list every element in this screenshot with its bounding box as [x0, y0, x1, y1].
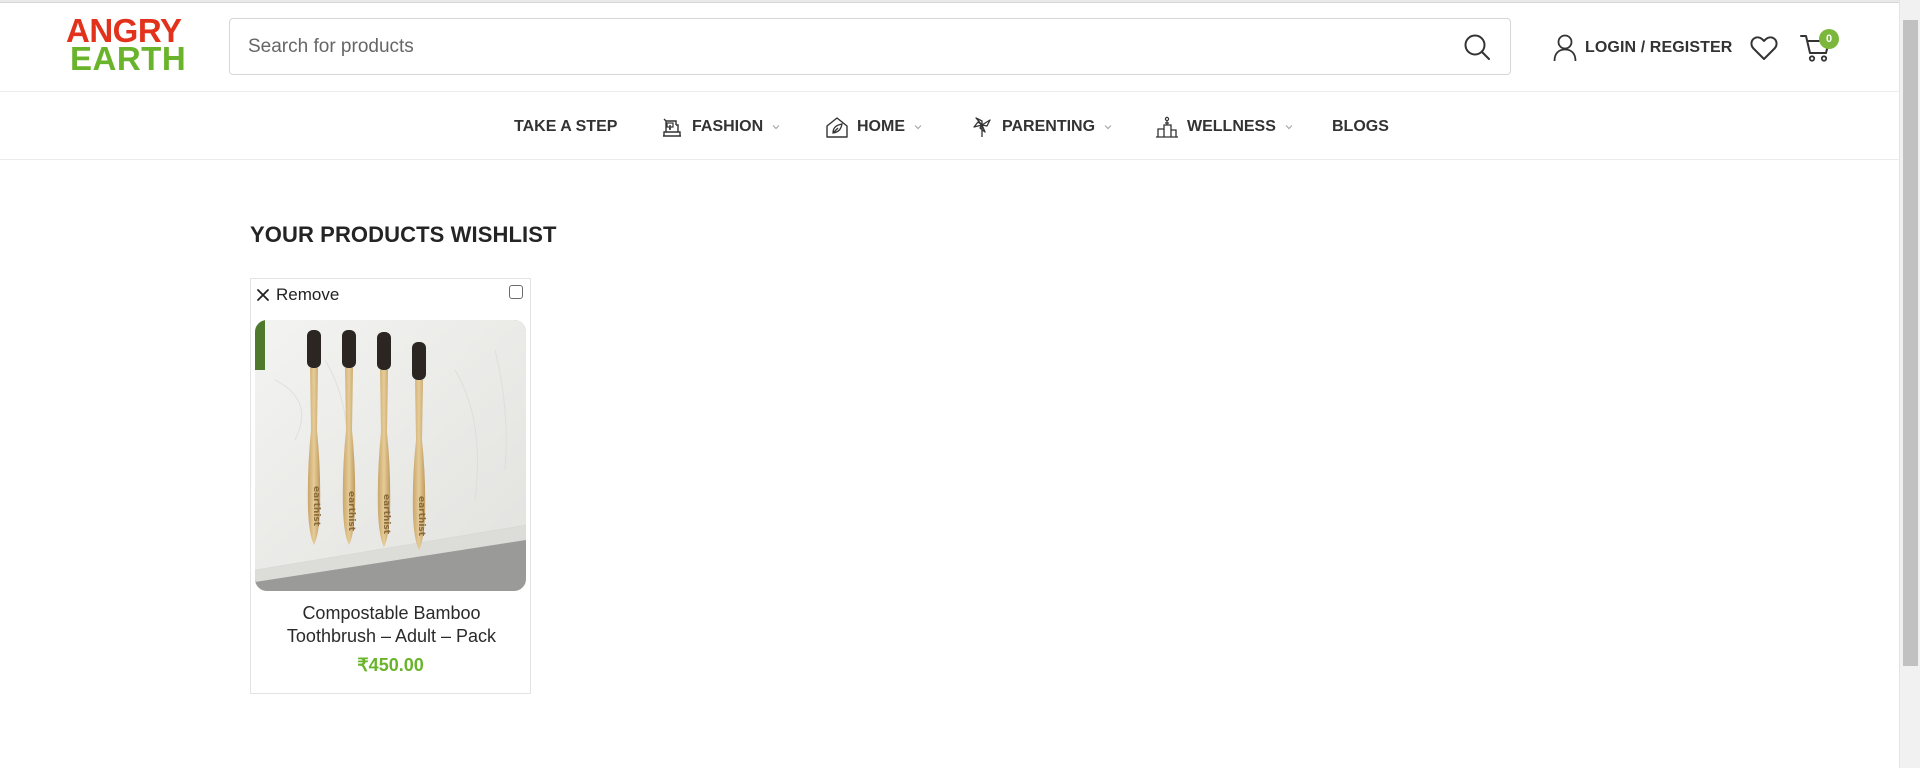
remove-label: Remove	[276, 285, 340, 304]
wellness-icon	[1156, 116, 1178, 138]
nav-item-label: PARENTING	[1002, 118, 1096, 135]
page-title: YOUR PRODUCTS WISHLIST	[250, 222, 557, 247]
home-leaf-icon	[826, 117, 848, 138]
login-register-link[interactable]: LOGIN / REGISTER	[1553, 33, 1732, 63]
nav-item-label: TAKE A STEP	[514, 118, 618, 135]
product-price: ₹450.00	[357, 655, 424, 675]
brand-marking: earthist	[311, 486, 321, 527]
brand-marking: earthist	[381, 494, 391, 535]
brand-marking: earthist	[416, 496, 426, 537]
chevron-down-icon	[1285, 125, 1293, 130]
site-header: ANGRY EARTH LOGIN / REGISTER 0	[0, 3, 1900, 92]
remove-button[interactable]: Remove	[255, 283, 339, 307]
nav-item-take-a-step[interactable]: TAKE A STEP	[514, 113, 617, 141]
wishlist-heart-icon[interactable]	[1750, 35, 1778, 61]
sewing-machine-icon	[663, 118, 681, 137]
search-icon[interactable]	[1462, 32, 1492, 62]
nav-item-blogs[interactable]: BLOGS	[1332, 113, 1389, 141]
nav-item-fashion[interactable]: FASHION	[660, 113, 781, 141]
product-image[interactable]: earthist earthist earthist earthist	[255, 320, 526, 591]
vertical-scrollbar[interactable]	[1899, 0, 1920, 768]
bamboo-toothbrushes-photo: earthist earthist earthist earthist	[255, 320, 526, 591]
select-checkbox[interactable]	[509, 285, 523, 299]
main-navigation: TAKE A STEP FASHION HOME PARENTING WELLN…	[0, 93, 1900, 160]
scrollbar-thumb[interactable]	[1903, 20, 1918, 666]
wishlist-product-card: Remove earthist earthist earthist earthi…	[250, 278, 531, 694]
nav-item-label: FASHION	[692, 118, 764, 135]
card-actions: Remove	[251, 279, 530, 315]
nav-item-parenting[interactable]: PARENTING	[970, 113, 1113, 141]
user-icon	[1553, 34, 1577, 62]
nav-item-wellness[interactable]: WELLNESS	[1155, 113, 1294, 141]
nav-item-label: WELLNESS	[1187, 118, 1276, 135]
pinwheel-icon	[973, 117, 991, 137]
nav-item-label: BLOGS	[1332, 118, 1389, 135]
site-logo[interactable]: ANGRY EARTH	[66, 14, 190, 77]
nav-item-label: HOME	[857, 118, 905, 135]
brand-marking: earthist	[346, 491, 356, 532]
chevron-down-icon	[1104, 125, 1112, 130]
logo-line-2: EARTH	[70, 40, 187, 77]
nav-item-home[interactable]: HOME	[825, 113, 923, 141]
search-box	[229, 18, 1511, 75]
login-register-label: LOGIN / REGISTER	[1585, 39, 1733, 56]
chevron-down-icon	[772, 125, 780, 130]
close-icon	[257, 289, 269, 301]
search-input[interactable]	[248, 19, 1428, 74]
chevron-down-icon	[914, 125, 922, 130]
product-name-link[interactable]: Compostable Bamboo Toothbrush – Adult – …	[257, 602, 526, 648]
cart-count-badge: 0	[1819, 29, 1839, 49]
